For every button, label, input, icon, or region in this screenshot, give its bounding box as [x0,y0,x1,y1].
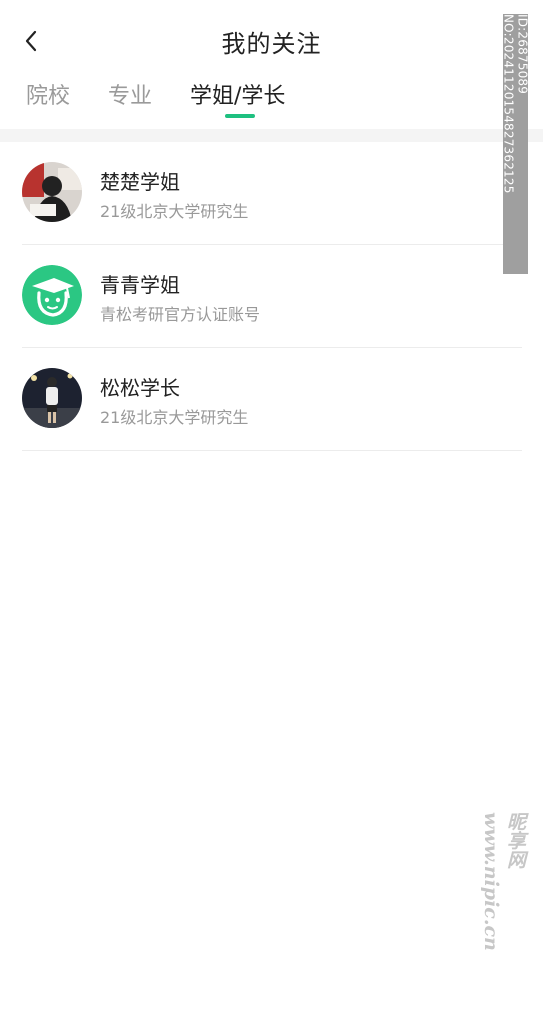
tab-schools[interactable]: 院校 [26,78,70,110]
tab-majors[interactable]: 专业 [108,78,152,110]
user-photo-icon [22,368,82,428]
user-name: 松松学长 [100,376,180,400]
user-description: 青松考研官方认证账号 [100,305,261,324]
avatar[interactable] [22,265,82,325]
follow-list: 楚楚学姐 21级北京大学研究生 青青学姐 青松考研官方认证账号 松松学长 21级… [22,142,522,451]
section-divider [0,129,543,142]
user-description: 21级北京大学研究生 [100,202,249,221]
user-photo-icon [22,162,82,222]
active-tab-indicator [225,114,255,118]
list-item[interactable]: 楚楚学姐 21级北京大学研究生 [22,142,522,245]
page-title: 我的关注 [221,30,322,58]
avatar[interactable] [22,162,82,222]
watermark-id: ID:26875089 NO:20241120154827362125 [502,14,530,274]
mascot-logo-icon [22,265,82,325]
list-item[interactable]: 松松学长 21级北京大学研究生 [22,348,522,451]
user-name: 青青学姐 [100,273,180,297]
user-name: 楚楚学姐 [100,170,180,194]
top-bar: 我的关注 [0,0,543,82]
avatar[interactable] [22,368,82,428]
user-description: 21级北京大学研究生 [100,408,249,427]
list-item[interactable]: 青青学姐 青松考研官方认证账号 [22,245,522,348]
tab-seniors[interactable]: 学姐/学长 [190,78,285,110]
watermark-site: 昵享网 www.nipic.cn [480,812,526,951]
tab-bar: 院校 专业 学姐/学长 [0,78,543,122]
